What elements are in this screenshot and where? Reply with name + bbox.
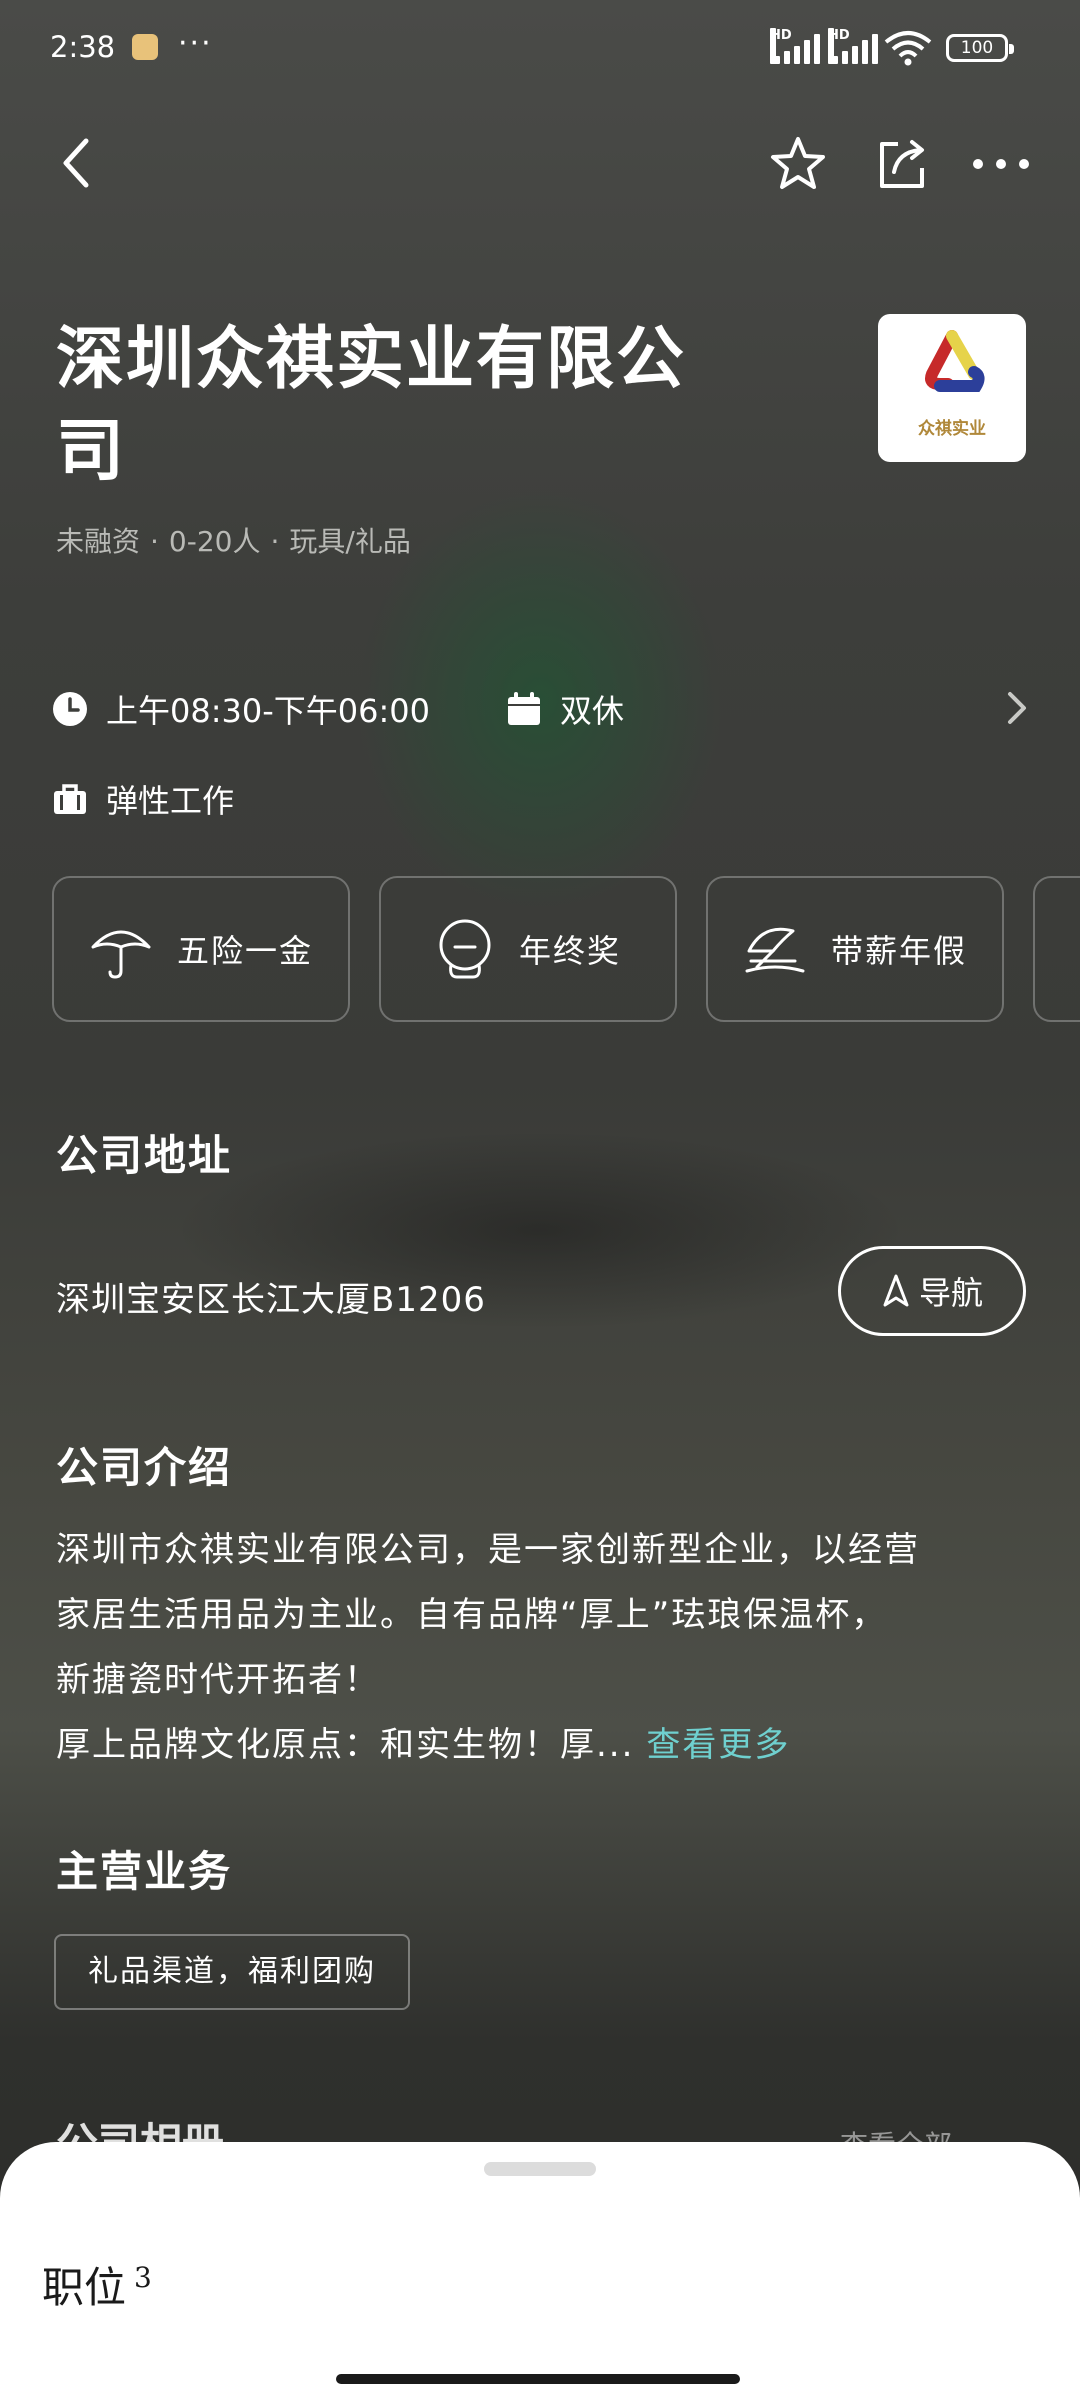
intro-line: 厚上品牌文化原点：和实生物！厚... bbox=[56, 1725, 635, 1765]
umbrella-icon bbox=[91, 930, 151, 979]
rest-days[interactable]: 双休 bbox=[506, 686, 624, 732]
logo-mark-icon bbox=[925, 330, 985, 392]
company-meta: 未融资 · 0-20人 · 玩具/礼品 bbox=[56, 520, 411, 560]
chevron-right-icon bbox=[1008, 692, 1026, 724]
intro-section-title: 公司介绍 bbox=[56, 1443, 233, 1492]
meta-separator: · bbox=[150, 525, 159, 558]
bonus-icon bbox=[439, 919, 491, 979]
benefit-label: 带薪年假 bbox=[830, 932, 967, 970]
back-button[interactable] bbox=[52, 132, 100, 196]
company-address: 深圳宝安区长江大厦B1206 bbox=[56, 1280, 486, 1320]
company-name: 深圳众祺实业有限公司 bbox=[56, 320, 687, 491]
status-time: 2:38 bbox=[50, 30, 116, 64]
intro-line: 深圳市众祺实业有限公司，是一家创新型企业，以经营 bbox=[56, 1530, 920, 1570]
work-info-expand-button[interactable] bbox=[1002, 686, 1032, 730]
positions-count: 3 bbox=[134, 2261, 152, 2294]
share-button[interactable] bbox=[874, 134, 930, 194]
positions-bottom-sheet[interactable]: 职位 3 bbox=[0, 2142, 1080, 2401]
business-section-title: 主营业务 bbox=[56, 1847, 233, 1896]
company-industry: 玩具/礼品 bbox=[289, 525, 411, 558]
benefit-label: 年终奖 bbox=[518, 932, 621, 970]
funding-stage: 未融资 bbox=[56, 525, 141, 558]
battery-indicator: 100 bbox=[946, 34, 1014, 62]
signal-2-icon: HD bbox=[828, 28, 878, 64]
drag-handle[interactable] bbox=[484, 2162, 596, 2176]
vacation-icon bbox=[745, 927, 805, 973]
intro-line-last: 厚上品牌文化原点：和实生物！厚... 查看更多 bbox=[56, 1713, 1036, 1778]
favorite-button[interactable] bbox=[768, 134, 828, 194]
work-hours-text: 上午08:30-下午06:00 bbox=[106, 692, 430, 730]
briefcase-icon bbox=[54, 784, 86, 814]
clock-icon bbox=[53, 692, 87, 726]
star-icon bbox=[771, 137, 825, 189]
share-icon bbox=[880, 140, 924, 188]
wifi-icon bbox=[884, 31, 932, 66]
meta-separator: · bbox=[270, 525, 280, 558]
app-notification-icon bbox=[132, 34, 158, 60]
home-indicator[interactable] bbox=[336, 2374, 740, 2384]
more-button[interactable] bbox=[970, 146, 1032, 182]
benefit-label: 五险一金 bbox=[176, 932, 313, 970]
navigate-button[interactable]: 导航 bbox=[838, 1246, 1026, 1336]
intro-more-link[interactable]: 查看更多 bbox=[646, 1725, 790, 1765]
company-logo: 众祺实业 bbox=[878, 314, 1026, 462]
navigation-arrow-icon bbox=[883, 1274, 909, 1307]
more-horizontal-icon bbox=[973, 159, 1029, 169]
flexible-work-text: 弹性工作 bbox=[106, 782, 235, 820]
navigate-label: 导航 bbox=[918, 1274, 983, 1312]
benefit-card-more[interactable] bbox=[1033, 876, 1080, 1022]
address-section-title: 公司地址 bbox=[56, 1131, 233, 1180]
positions-label: 职位 bbox=[42, 2263, 127, 2312]
chevron-left-icon bbox=[63, 138, 89, 187]
rest-days-text: 双休 bbox=[560, 692, 625, 730]
company-size: 0-20人 bbox=[168, 525, 261, 558]
logo-text: 众祺实业 bbox=[918, 419, 986, 439]
calendar-icon bbox=[508, 692, 540, 725]
work-hours[interactable]: 上午08:30-下午06:00 bbox=[52, 686, 430, 732]
benefit-card-bonus[interactable]: 年终奖 bbox=[379, 876, 677, 1022]
company-intro: 深圳市众祺实业有限公司，是一家创新型企业，以经营 家居生活用品为主业。自有品牌“… bbox=[56, 1518, 1036, 1778]
flexible-work: 弹性工作 bbox=[52, 776, 234, 822]
benefit-card-insurance[interactable]: 五险一金 bbox=[52, 876, 350, 1022]
benefit-card-paid-leave[interactable]: 带薪年假 bbox=[706, 876, 1004, 1022]
business-tag: 礼品渠道，福利团购 bbox=[54, 1934, 410, 2010]
intro-line: 新搪瓷时代开拓者！ bbox=[56, 1660, 380, 1700]
signal-1-icon: HD bbox=[770, 28, 820, 64]
status-overflow: ··· bbox=[178, 26, 213, 61]
positions-title: 职位 3 bbox=[42, 2254, 152, 2315]
intro-line: 家居生活用品为主业。自有品牌“厚上”珐琅保温杯， bbox=[56, 1595, 888, 1635]
